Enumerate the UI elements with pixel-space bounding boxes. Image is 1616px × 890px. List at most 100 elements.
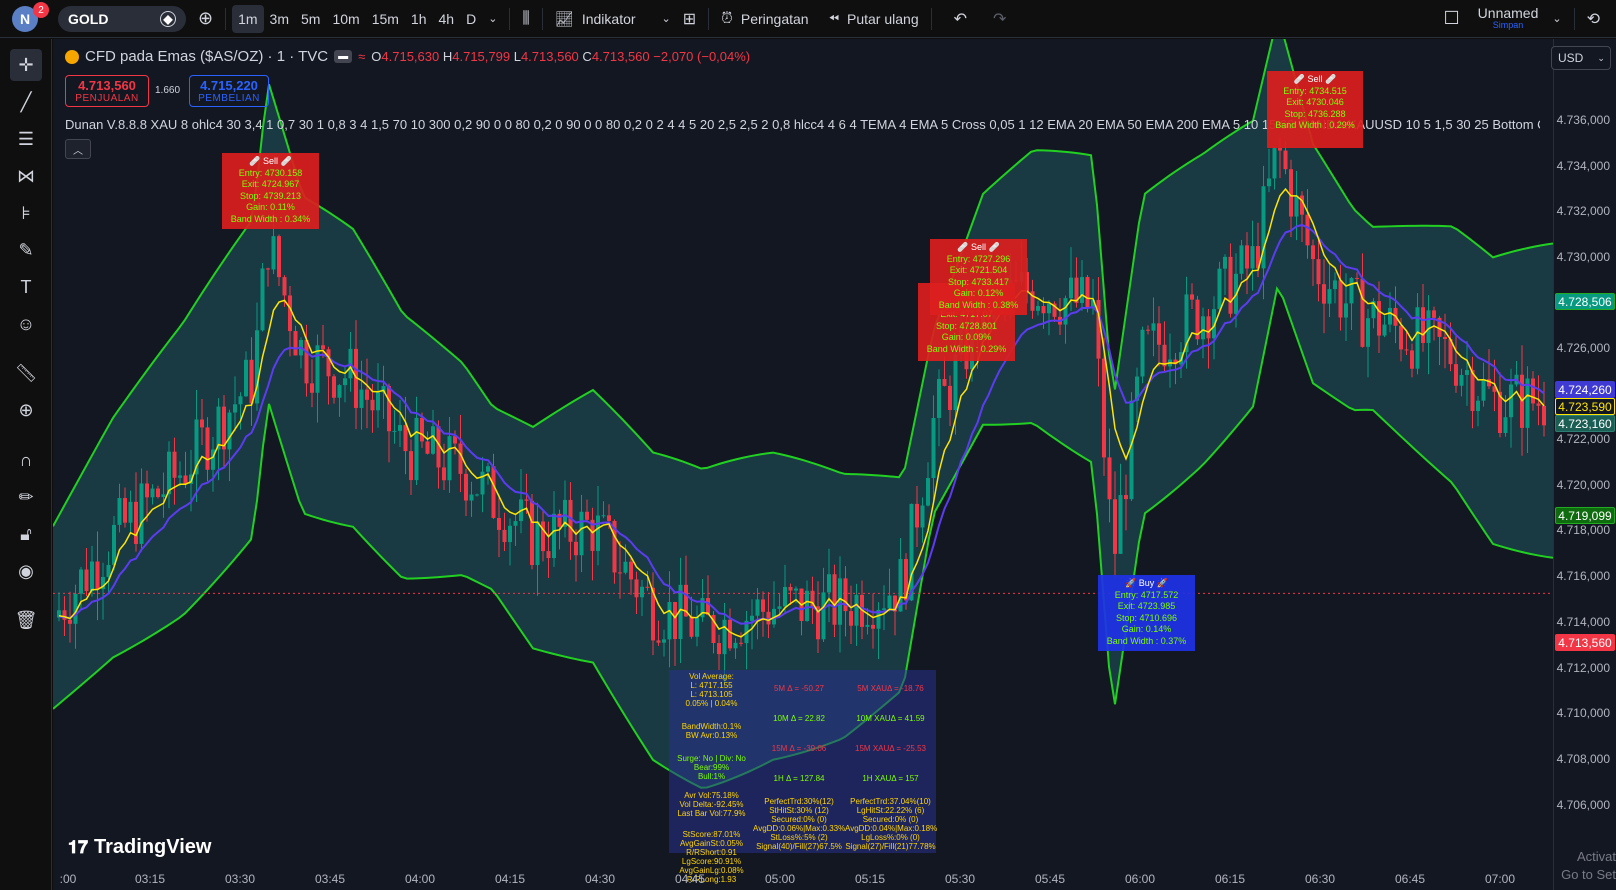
indicators-label: Indikator bbox=[581, 10, 636, 27]
candle-body bbox=[667, 602, 672, 640]
compare-add-icon[interactable]: ⊕ bbox=[192, 5, 219, 33]
timeframe-15m[interactable]: 15m bbox=[366, 5, 405, 33]
candle-body bbox=[293, 331, 298, 356]
indicators-chevron-down-icon[interactable]: ⌄ bbox=[656, 5, 677, 33]
candle-body bbox=[662, 639, 666, 643]
price-tag: 4.723,590 bbox=[1555, 398, 1615, 415]
candle-body bbox=[1146, 329, 1150, 331]
price-axis[interactable]: 4.736,000 4.734,000 4.732,000 4.730,000 4.72… bbox=[1553, 39, 1616, 890]
candle-body bbox=[403, 425, 408, 452]
time-label: 06:45 bbox=[1394, 872, 1426, 886]
candle-body bbox=[1069, 277, 1073, 299]
price-label: 4.718,000 bbox=[1556, 523, 1610, 537]
candle-body bbox=[1388, 307, 1392, 325]
currency-select[interactable]: USD ⌄ bbox=[1551, 46, 1611, 70]
candle-body bbox=[90, 561, 94, 592]
undo-icon[interactable]: ↶ bbox=[948, 5, 973, 33]
quick-search-icon[interactable]: ⟲ bbox=[1581, 5, 1606, 33]
candle-body bbox=[1080, 277, 1084, 303]
candle-body bbox=[937, 379, 941, 418]
ruler-icon[interactable]: 📏︎ bbox=[10, 357, 42, 389]
layout-chevron-down-icon[interactable]: ⌄ bbox=[1546, 5, 1567, 33]
time-label: 04:00 bbox=[404, 872, 436, 886]
candle-body bbox=[337, 385, 342, 398]
emoji-icon[interactable]: ☺ bbox=[10, 308, 42, 340]
candle-body bbox=[788, 586, 793, 591]
candle-body bbox=[634, 579, 639, 598]
zoom-in-icon[interactable]: ⊕ bbox=[10, 394, 42, 426]
candle-body bbox=[1267, 178, 1271, 187]
activate-windows-watermark: Activat Go to Set bbox=[1561, 849, 1616, 882]
sell-button[interactable]: 4.713,560 PENJUALAN bbox=[65, 75, 149, 107]
symbol-search[interactable]: GOLD ◆ bbox=[58, 5, 186, 32]
candle-body bbox=[128, 501, 133, 523]
tradingview-logo[interactable]: 𝟏𝟕 TradingView bbox=[68, 836, 211, 859]
alerts-label: Peringatan bbox=[740, 10, 809, 27]
timeframe-10m[interactable]: 10m bbox=[326, 5, 365, 33]
candle-body bbox=[1399, 325, 1403, 350]
timeframe-3m[interactable]: 3m bbox=[264, 5, 295, 33]
chart-legend: CFD pada Emas ($AS/OZ) · 1 · TVC ▬ ≈ O4.… bbox=[65, 48, 750, 65]
trend-line-icon[interactable]: ╱ bbox=[10, 86, 42, 118]
magnet-icon[interactable]: ∩ bbox=[10, 444, 42, 476]
candle-body bbox=[464, 473, 468, 501]
candle-body bbox=[1426, 310, 1431, 343]
candle-body bbox=[409, 451, 413, 481]
lock-drawing-icon[interactable]: ✏︎ bbox=[10, 481, 42, 513]
candle-body bbox=[733, 642, 738, 649]
signal-box-sell-4: 🩹 Sell 🩹 Entry: 4734.515 Exit: 4730.046 … bbox=[1267, 71, 1363, 148]
price-label: 4.720,000 bbox=[1556, 478, 1610, 492]
indicators-button[interactable]: 📈︎ Indikator bbox=[549, 5, 642, 33]
eye-icon[interactable]: ◉ bbox=[10, 555, 42, 587]
divider bbox=[225, 7, 227, 30]
buy-button[interactable]: 4.715,220 PEMBELIAN bbox=[189, 75, 269, 107]
candle-body bbox=[854, 594, 859, 626]
candle-body bbox=[205, 427, 210, 470]
candle-body bbox=[1107, 457, 1112, 500]
timeframe-1m[interactable]: 1m bbox=[232, 4, 264, 33]
symbol-name: GOLD bbox=[68, 10, 109, 27]
prediction-icon[interactable]: ⊧ bbox=[10, 197, 42, 229]
candle-body bbox=[568, 499, 573, 542]
time-label: 06:00 bbox=[1124, 872, 1156, 886]
candle-body bbox=[1289, 169, 1293, 217]
candle-body bbox=[1377, 301, 1381, 336]
layout-name-button[interactable]: Unnamed Simpan bbox=[1478, 6, 1539, 31]
timeframe-5m[interactable]: 5m bbox=[295, 5, 326, 33]
trash-icon[interactable]: 🗑︎ bbox=[10, 604, 42, 636]
timeframe-chevron-down-icon[interactable]: ⌄ bbox=[482, 5, 503, 33]
sell-label: PENJUALAN bbox=[75, 93, 139, 104]
candle-body bbox=[1327, 289, 1332, 304]
price-label: 4.730,000 bbox=[1556, 250, 1610, 264]
price-tag: 4.724,260 bbox=[1555, 381, 1615, 398]
candle-body bbox=[431, 426, 435, 454]
pattern-icon[interactable]: ⋈ bbox=[10, 160, 42, 192]
visibility-toggle-icon[interactable]: ▬ bbox=[334, 50, 353, 63]
layout-square-icon[interactable]: ☐ bbox=[1438, 5, 1466, 33]
candle-body bbox=[1316, 259, 1321, 285]
time-label: 03:30 bbox=[224, 872, 256, 886]
alerts-button[interactable]: ⏰︎ Peringatan bbox=[715, 5, 814, 33]
text-icon[interactable]: T bbox=[10, 271, 42, 303]
candle-body bbox=[695, 617, 699, 637]
ohlc-values: O4.715,630 H4.715,799 L4.713,560 C4.713,… bbox=[371, 49, 751, 64]
timeframe-4h[interactable]: 4h bbox=[433, 5, 461, 33]
layouts-grid-icon[interactable]: ⊞ bbox=[677, 5, 702, 33]
candle-body bbox=[1305, 214, 1310, 246]
candles-icon[interactable]: ⫼ bbox=[516, 5, 535, 33]
candle-body bbox=[1283, 150, 1288, 170]
crosshair-icon[interactable]: ✛ bbox=[10, 49, 42, 81]
candle-body bbox=[1421, 307, 1425, 343]
candle-body bbox=[1454, 364, 1458, 386]
tv-logo-text: TradingView bbox=[94, 836, 212, 858]
fib-retracement-icon[interactable]: ☰ bbox=[10, 123, 42, 155]
replay-button[interactable]: ⏪︎ Putar ulang bbox=[823, 5, 925, 33]
timeframe-1h[interactable]: 1h bbox=[405, 5, 433, 33]
brush-icon[interactable]: ✎ bbox=[10, 234, 42, 266]
candle-body bbox=[398, 425, 402, 431]
collapse-chevron-up-icon[interactable]: ︿ bbox=[65, 139, 91, 159]
timeframe-d[interactable]: D bbox=[460, 5, 482, 33]
unlock-icon[interactable]: 🔓︎ bbox=[10, 518, 42, 550]
redo-icon[interactable]: ↷ bbox=[987, 5, 1012, 33]
divider bbox=[930, 7, 932, 30]
